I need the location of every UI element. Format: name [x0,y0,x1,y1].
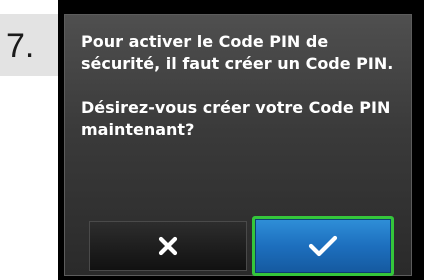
page: 7. Pour activer le Code PIN de sécurité,… [0,0,424,280]
message-line-1: Pour activer le Code PIN de sécurité, il… [81,32,394,73]
dialog-message: Pour activer le Code PIN de sécurité, il… [81,31,407,141]
confirm-button[interactable] [252,216,394,276]
message-line-2: Désirez-vous créer votre Code PIN mainte… [81,98,391,139]
step-number: 7. [6,27,35,65]
checkmark-icon [308,235,338,257]
device-screen: Pour activer le Code PIN de sécurité, il… [64,14,412,276]
cancel-button[interactable] [89,221,247,271]
close-icon [158,236,178,256]
step-badge: 7. [0,14,58,76]
device-frame: Pour activer le Code PIN de sécurité, il… [58,0,424,280]
